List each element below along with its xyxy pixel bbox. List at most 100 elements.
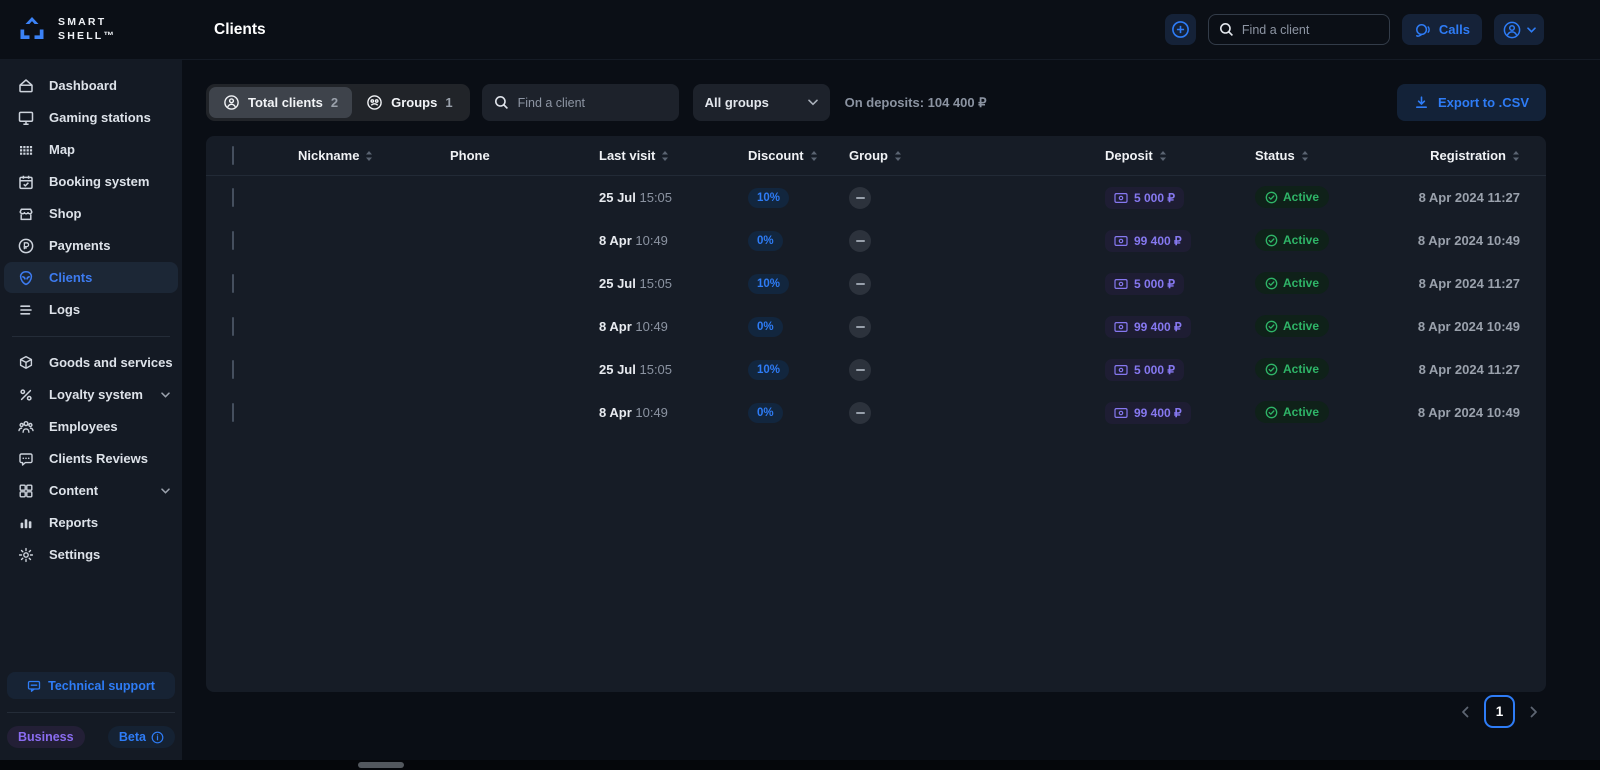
discount-badge: 0% — [748, 316, 783, 337]
sidebar-item-label: Reports — [49, 515, 99, 530]
horizontal-scrollbar-thumb[interactable] — [358, 762, 404, 768]
sort-icon — [1301, 150, 1309, 162]
sidebar-item-content[interactable]: Content — [4, 475, 178, 506]
smartshell-logo-icon — [16, 15, 48, 45]
sort-icon — [894, 150, 902, 162]
sidebar-item-dashboard[interactable]: Dashboard — [4, 70, 178, 101]
header-status[interactable]: Status — [1255, 148, 1381, 163]
monitor-icon — [17, 109, 35, 127]
topbar-search-input[interactable] — [1241, 22, 1379, 37]
storefront-icon — [17, 205, 35, 223]
sidebar-item-payments[interactable]: Payments — [4, 230, 178, 261]
horizontal-scrollbar — [0, 760, 1600, 770]
deposit-badge: 99 400 ₽ — [1105, 229, 1191, 252]
tab-groups[interactable]: Groups 1 — [352, 87, 466, 118]
home-icon — [17, 77, 35, 95]
sidebar-item-clients[interactable]: Clients — [4, 262, 178, 293]
beta-badge: Beta — [107, 726, 175, 748]
header-deposit[interactable]: Deposit — [1105, 148, 1255, 163]
group-filter-select[interactable]: All groups — [692, 84, 830, 121]
calls-button[interactable]: Calls — [1401, 14, 1482, 45]
header-last-visit[interactable]: Last visit — [599, 148, 748, 163]
download-icon — [1414, 95, 1429, 110]
clients-filter-search[interactable] — [481, 84, 679, 121]
row-checkbox[interactable] — [232, 316, 234, 336]
registration-cell: 8 Apr 2024 11:27 — [1418, 190, 1520, 205]
table-row[interactable]: 8 Apr 10:49 0% 99 400 ₽ Active 8 Apr 202… — [206, 391, 1546, 434]
next-page-button[interactable] — [1530, 706, 1538, 718]
tab-total-clients[interactable]: Total clients 2 — [209, 87, 353, 118]
plus-circle-icon — [1171, 20, 1190, 39]
deposits-summary: On deposits: 104 400 ₽ — [844, 94, 987, 110]
user-circle-icon — [1502, 20, 1522, 40]
sidebar-item-label: Clients Reviews — [49, 451, 148, 466]
group-empty-dash — [849, 358, 871, 381]
sidebar-item-clients-reviews[interactable]: Clients Reviews — [4, 443, 178, 474]
sort-icon — [1512, 150, 1520, 162]
tab-count: 2 — [330, 95, 339, 110]
select-all-checkbox[interactable] — [232, 145, 234, 165]
status-badge: Active — [1255, 272, 1330, 295]
grid-map-icon — [17, 141, 35, 159]
sidebar-item-gaming-stations[interactable]: Gaming stations — [4, 102, 178, 133]
discount-badge: 10% — [748, 187, 790, 208]
header-group[interactable]: Group — [849, 148, 1105, 163]
sort-icon — [365, 150, 373, 162]
filter-bar: Total clients 2 Groups 1 Find a client A… — [206, 84, 1546, 121]
row-checkbox[interactable] — [232, 230, 234, 250]
registration-cell: 8 Apr 2024 11:27 — [1418, 276, 1520, 291]
topbar: SMART SHELL™ Clients Find a client Calls — [0, 0, 1600, 60]
discount-badge: 0% — [748, 230, 783, 251]
table-row[interactable]: 25 Jul 15:05 10% 5 000 ₽ Active 8 Apr 20… — [206, 348, 1546, 391]
previous-page-button[interactable] — [1461, 706, 1469, 718]
sidebar-item-label: Gaming stations — [49, 110, 151, 125]
pagination: 1 — [206, 695, 1546, 728]
sidebar-divider — [12, 336, 170, 337]
export-csv-button[interactable]: Export to .CSV — [1396, 84, 1546, 121]
sidebar-item-label: Dashboard — [49, 78, 117, 93]
clients-groups-segmented-control: Total clients 2 Groups 1 — [206, 84, 470, 121]
add-client-button[interactable] — [1164, 14, 1196, 45]
clients-filter-search-input[interactable] — [517, 95, 667, 110]
info-icon[interactable] — [151, 731, 164, 744]
tab-label: Total clients — [248, 95, 323, 110]
table-row[interactable]: 8 Apr 10:49 0% 99 400 ₽ Active 8 Apr 202… — [206, 305, 1546, 348]
row-checkbox[interactable] — [232, 187, 234, 207]
topbar-search[interactable] — [1207, 14, 1390, 45]
chevron-down-icon — [161, 391, 170, 398]
last-visit-cell: 8 Apr 10:49 — [599, 319, 668, 334]
sidebar-item-settings[interactable]: Settings — [4, 539, 178, 570]
sidebar-item-goods-and-services[interactable]: Goods and services — [4, 347, 196, 378]
sidebar-item-shop[interactable]: Shop — [4, 198, 178, 229]
sidebar-item-logs[interactable]: Logs — [4, 294, 178, 325]
page-number-button[interactable]: 1 — [1484, 695, 1515, 728]
table-row[interactable]: 25 Jul 15:05 10% 5 000 ₽ Active 8 Apr 20… — [206, 262, 1546, 305]
header-discount[interactable]: Discount — [748, 148, 849, 163]
technical-support-button[interactable]: Technical support — [7, 672, 175, 699]
status-badge: Active — [1255, 358, 1330, 381]
header-registration[interactable]: Registration — [1381, 148, 1520, 163]
row-checkbox[interactable] — [232, 359, 234, 379]
sidebar-item-label: Clients — [49, 270, 93, 285]
sidebar-item-map[interactable]: Map — [4, 134, 178, 165]
status-badge: Active — [1255, 401, 1330, 424]
sidebar-item-booking-system[interactable]: Booking system — [4, 166, 178, 197]
last-visit-cell: 8 Apr 10:49 — [599, 405, 668, 420]
sidebar-item-label: Content — [49, 483, 99, 498]
support-chat-icon — [27, 679, 41, 693]
profile-button[interactable] — [1494, 14, 1544, 45]
last-visit-cell: 25 Jul 15:05 — [599, 190, 673, 205]
table-row[interactable]: 25 Jul 15:05 10% 5 000 ₽ Active 8 Apr 20… — [206, 176, 1546, 219]
sidebar-item-loyalty-system[interactable]: Loyalty system — [4, 379, 178, 410]
row-checkbox[interactable] — [232, 273, 234, 293]
header-nickname[interactable]: Nickname — [298, 148, 450, 163]
registration-cell: 8 Apr 2024 10:49 — [1417, 319, 1520, 334]
search-icon — [494, 95, 509, 110]
sidebar-item-label: Booking system — [49, 174, 150, 189]
row-checkbox[interactable] — [232, 402, 234, 422]
table-row[interactable]: 8 Apr 10:49 0% 99 400 ₽ Active 8 Apr 202… — [206, 219, 1546, 262]
deposit-badge: 5 000 ₽ — [1105, 186, 1184, 209]
sidebar-item-employees[interactable]: Employees — [4, 411, 178, 442]
sidebar-item-reports[interactable]: Reports — [4, 507, 178, 538]
deposit-badge: 5 000 ₽ — [1105, 358, 1184, 381]
